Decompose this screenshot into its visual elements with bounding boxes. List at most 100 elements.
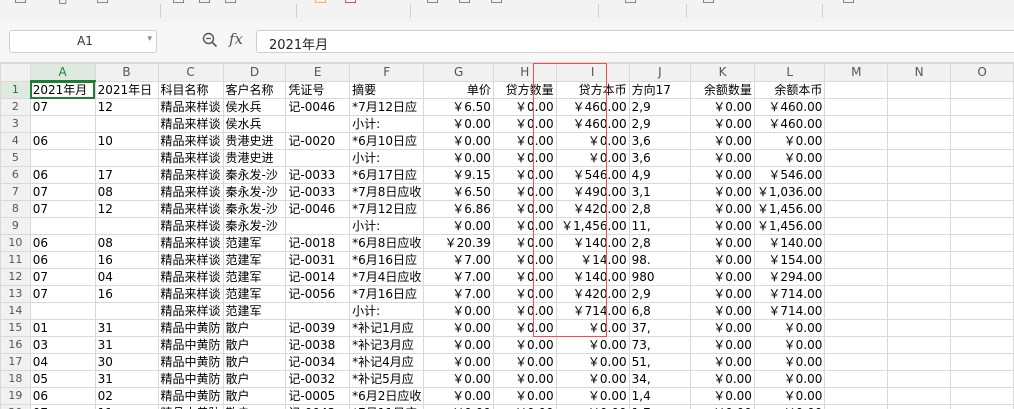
column-header-n[interactable]: N: [887, 63, 952, 82]
cell[interactable]: ￥0.00: [423, 404, 494, 409]
cell[interactable]: [887, 217, 952, 235]
cell[interactable]: 11,: [628, 217, 692, 235]
cell[interactable]: 01: [29, 319, 96, 337]
row-header[interactable]: 11: [0, 251, 31, 269]
row-header[interactable]: 2: [0, 98, 31, 116]
cell[interactable]: 科目名称: [157, 80, 224, 99]
cell[interactable]: ￥0.00: [555, 132, 630, 150]
row-header[interactable]: 3: [0, 115, 31, 133]
cell[interactable]: 05: [29, 370, 96, 388]
column-header-m[interactable]: M: [824, 63, 889, 82]
cell[interactable]: [824, 80, 889, 99]
cell[interactable]: 2,9: [628, 115, 692, 133]
cell[interactable]: ￥0.00: [492, 302, 557, 320]
cell[interactable]: [94, 302, 159, 320]
cell[interactable]: 精品来样谈: [157, 115, 224, 133]
cell[interactable]: ￥0.00: [690, 336, 755, 354]
toolbar-icon[interactable]: ▭: [344, 0, 357, 8]
cell[interactable]: ￥0.00: [690, 234, 755, 252]
row-header[interactable]: 20: [0, 404, 31, 409]
cell[interactable]: [887, 353, 952, 371]
cell[interactable]: 小计:: [349, 217, 425, 235]
row-header[interactable]: 14: [0, 302, 31, 320]
cell[interactable]: 散户: [222, 319, 287, 337]
cell[interactable]: 31: [94, 370, 159, 388]
cell[interactable]: 2,8: [628, 234, 692, 252]
cell[interactable]: 小计:: [349, 115, 425, 133]
cell[interactable]: 17: [94, 166, 159, 184]
cell[interactable]: ￥14.00: [555, 251, 630, 269]
cell[interactable]: ￥420.00: [555, 200, 630, 218]
cell[interactable]: ￥0.00: [753, 336, 826, 354]
cell[interactable]: ￥0.00: [492, 336, 557, 354]
cell[interactable]: [887, 387, 952, 405]
row-header[interactable]: 5: [0, 149, 31, 167]
cell[interactable]: 记-0038: [285, 336, 351, 354]
cell[interactable]: 07: [29, 183, 96, 201]
cell[interactable]: 07: [29, 200, 96, 218]
cell[interactable]: *7月12日应: [349, 98, 425, 116]
cell[interactable]: 12: [94, 200, 159, 218]
name-box[interactable]: A1 ▾: [9, 30, 157, 53]
cell[interactable]: [285, 302, 351, 320]
cell[interactable]: ￥0.00: [423, 370, 494, 388]
cell[interactable]: [94, 115, 159, 133]
cell[interactable]: 2021年月: [29, 80, 96, 99]
cell[interactable]: ￥0.00: [492, 166, 557, 184]
cell[interactable]: ￥0.00: [690, 115, 755, 133]
column-header-o[interactable]: O: [950, 63, 1014, 82]
fx-icon[interactable]: fx: [229, 30, 243, 48]
cell[interactable]: [950, 285, 1014, 303]
cell[interactable]: ￥0.00: [423, 319, 494, 337]
cell[interactable]: *7月16日应: [349, 285, 425, 303]
cell[interactable]: ￥0.00: [555, 336, 630, 354]
toolbar-icon[interactable]: ▭: [426, 0, 439, 8]
cell[interactable]: ￥0.00: [753, 370, 826, 388]
cell[interactable]: 31: [94, 336, 159, 354]
cell[interactable]: [950, 166, 1014, 184]
cell[interactable]: 04: [29, 353, 96, 371]
cell[interactable]: ￥7.00: [423, 285, 494, 303]
cell[interactable]: 16: [94, 251, 159, 269]
cell[interactable]: 小计:: [349, 149, 425, 167]
cell[interactable]: [950, 370, 1014, 388]
row-header[interactable]: 4: [0, 132, 31, 150]
cell[interactable]: ￥0.00: [492, 98, 557, 116]
cell[interactable]: ￥0.00: [492, 387, 557, 405]
cell[interactable]: 侯水兵: [222, 115, 287, 133]
cell[interactable]: 06: [29, 234, 96, 252]
cell[interactable]: 客户名称: [222, 80, 287, 99]
cell[interactable]: ￥0.00: [690, 183, 755, 201]
cell[interactable]: [887, 404, 952, 409]
cell[interactable]: 记-0033: [285, 183, 351, 201]
cell[interactable]: 精品中黄防: [157, 353, 224, 371]
cell[interactable]: ￥0.00: [423, 115, 494, 133]
cell[interactable]: [29, 217, 96, 235]
cell[interactable]: ￥714.00: [753, 285, 826, 303]
toolbar-icon[interactable]: ▭: [490, 0, 503, 8]
cell[interactable]: [824, 336, 889, 354]
column-header-l[interactable]: L: [753, 63, 826, 82]
cell[interactable]: [824, 370, 889, 388]
cell[interactable]: ￥0.00: [690, 268, 755, 286]
cell[interactable]: [950, 353, 1014, 371]
cell[interactable]: 精品来样谈: [157, 132, 224, 150]
cell[interactable]: [285, 217, 351, 235]
cell[interactable]: [824, 183, 889, 201]
cell[interactable]: [950, 404, 1014, 409]
cell[interactable]: 精品来样谈: [157, 200, 224, 218]
cell[interactable]: ￥0.00: [753, 404, 826, 409]
cell[interactable]: 范建军: [222, 302, 287, 320]
cell[interactable]: 6,8: [628, 302, 692, 320]
cell[interactable]: ￥0.00: [492, 234, 557, 252]
cell[interactable]: ￥0.00: [492, 200, 557, 218]
toolbar-icon[interactable]: ▭: [14, 0, 27, 8]
cell[interactable]: 980: [628, 268, 692, 286]
cell[interactable]: 记-0046: [285, 98, 351, 116]
cell[interactable]: 方向17: [628, 80, 692, 99]
cell[interactable]: 精品来样谈: [157, 285, 224, 303]
cell[interactable]: ￥6.86: [423, 200, 494, 218]
cell[interactable]: ￥714.00: [555, 302, 630, 320]
cell[interactable]: 记-0046: [285, 200, 351, 218]
cell[interactable]: 记-0005: [285, 387, 351, 405]
